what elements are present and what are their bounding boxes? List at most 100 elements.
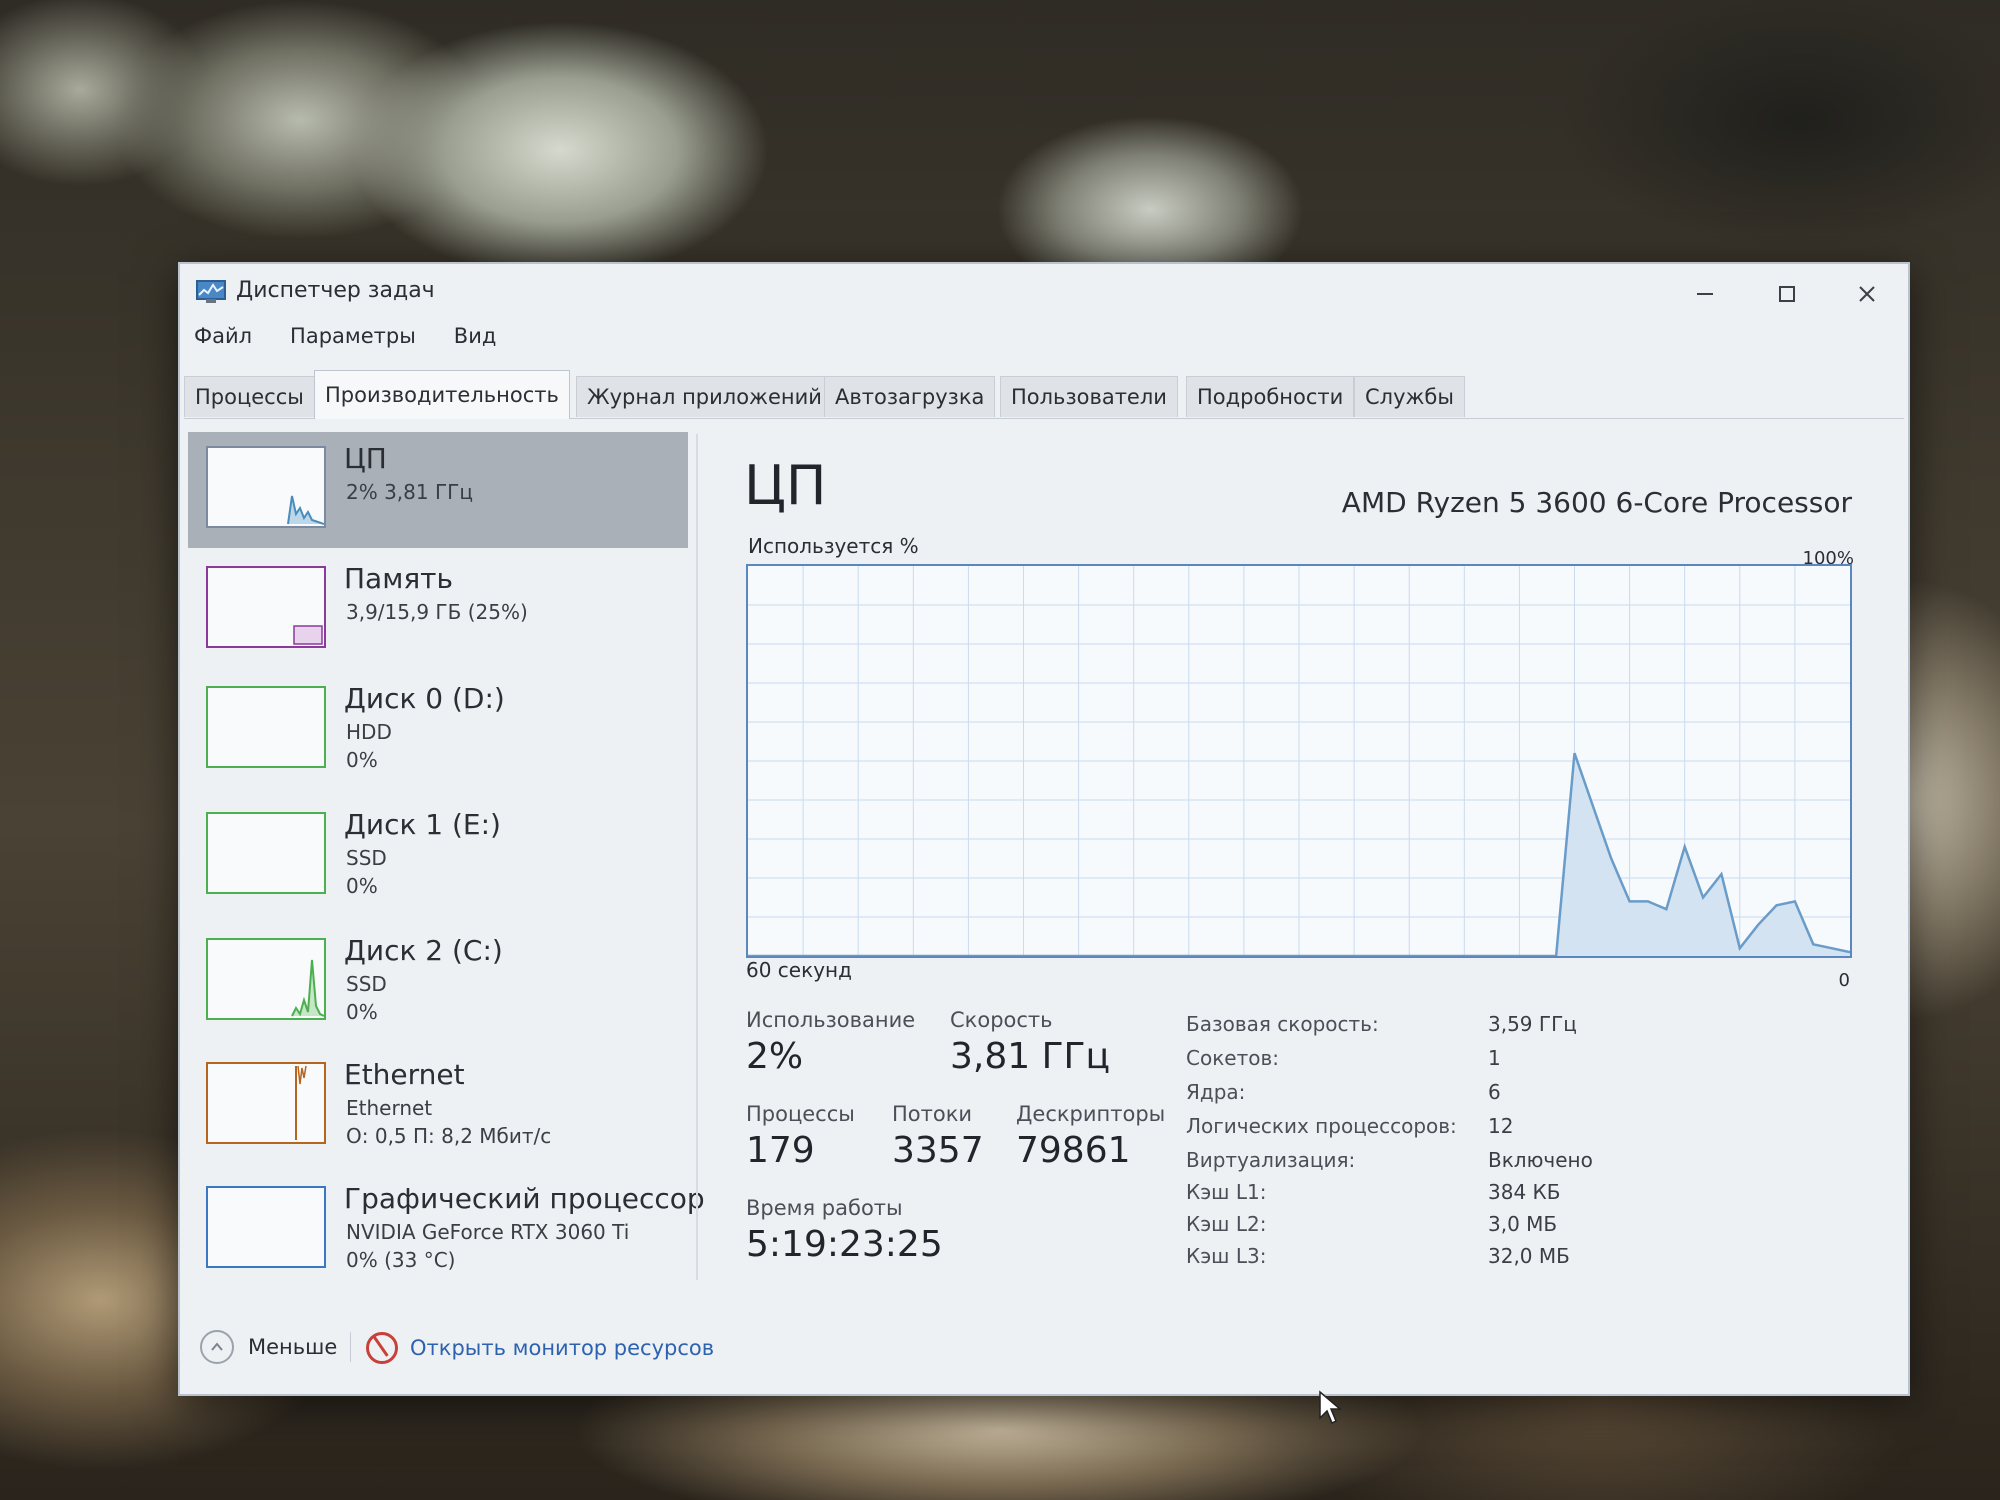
- sidebar-item-ethernet[interactable]: Ethernet Ethernet О: 0,5 П: 8,2 Мбит/с: [188, 1048, 688, 1164]
- info-key: Логических процессоров:: [1186, 1114, 1457, 1138]
- uptime-value: 5:19:23:25: [746, 1224, 943, 1265]
- sidebar-item-name: Графический процессор: [344, 1182, 705, 1215]
- sidebar-item-gpu[interactable]: Графический процессор NVIDIA GeForce RTX…: [188, 1172, 705, 1288]
- sidebar-item-usage: 0%: [346, 748, 378, 772]
- cpu-usage-graph: [746, 564, 1852, 958]
- sidebar-item-throughput: О: 0,5 П: 8,2 Мбит/с: [346, 1124, 552, 1148]
- tab-services[interactable]: Службы: [1354, 376, 1465, 417]
- footer-divider: [350, 1332, 351, 1362]
- task-manager-icon: [196, 280, 226, 304]
- info-value: 3,59 ГГц: [1488, 1012, 1577, 1036]
- sidebar-item-memory[interactable]: Память 3,9/15,9 ГБ (25%): [188, 552, 688, 668]
- disk-thumbnail-graph: [206, 686, 326, 768]
- handles-value: 79861: [1016, 1130, 1131, 1171]
- cpu-model: AMD Ryzen 5 3600 6-Core Processor: [1341, 486, 1852, 519]
- processes-value: 179: [746, 1130, 815, 1171]
- sidebar-item-name: Диск 1 (E:): [344, 808, 501, 841]
- tab-processes[interactable]: Процессы: [184, 376, 315, 417]
- speed-value: 3,81 ГГц: [950, 1036, 1111, 1077]
- window-title: Диспетчер задач: [236, 278, 435, 303]
- graph-min-label: 0: [1838, 970, 1850, 991]
- sidebar-item-detail: 3,9/15,9 ГБ (25%): [346, 600, 528, 624]
- processes-label: Процессы: [746, 1102, 855, 1126]
- sidebar-item-type: HDD: [346, 720, 392, 744]
- graph-time-label: 60 секунд: [746, 958, 852, 982]
- close-icon: [1859, 286, 1875, 302]
- sidebar-item-detail: 2% 3,81 ГГц: [346, 480, 473, 504]
- resource-sidebar: ЦП 2% 3,81 ГГц Память 3,9/15,9 ГБ (25%) …: [188, 432, 705, 1280]
- chevron-up-icon: [200, 1330, 234, 1364]
- info-value: Включено: [1488, 1148, 1593, 1172]
- speed-label: Скорость: [950, 1008, 1053, 1032]
- footer-bar: Меньше Открыть монитор ресурсов: [180, 1302, 1908, 1394]
- info-key: Кэш L1:: [1186, 1180, 1267, 1204]
- info-value: 12: [1488, 1114, 1514, 1138]
- fewer-details-label: Меньше: [248, 1335, 338, 1359]
- sidebar-item-name: Ethernet: [344, 1058, 465, 1091]
- tab-performance[interactable]: Производительность: [314, 370, 570, 419]
- tab-app-history[interactable]: Журнал приложений: [576, 376, 833, 417]
- info-key: Кэш L3:: [1186, 1244, 1267, 1268]
- info-value: 32,0 МБ: [1488, 1244, 1570, 1268]
- info-key: Сокетов:: [1186, 1046, 1279, 1070]
- resource-monitor-label: Открыть монитор ресурсов: [410, 1336, 715, 1360]
- info-value: 384 КБ: [1488, 1180, 1561, 1204]
- menu-bar: Файл Параметры Вид: [190, 324, 500, 360]
- memory-thumbnail-graph: [206, 566, 326, 648]
- menu-file[interactable]: Файл: [190, 324, 256, 360]
- resource-monitor-icon: [366, 1332, 398, 1364]
- tab-users[interactable]: Пользователи: [1000, 376, 1178, 417]
- open-resource-monitor-link[interactable]: Открыть монитор ресурсов: [366, 1332, 714, 1364]
- info-key: Ядра:: [1186, 1080, 1246, 1104]
- sidebar-item-name: Память: [344, 562, 453, 595]
- sidebar-item-name: Диск 2 (C:): [344, 934, 503, 967]
- info-value: 3,0 МБ: [1488, 1212, 1558, 1236]
- info-key: Базовая скорость:: [1186, 1012, 1379, 1036]
- tab-details[interactable]: Подробности: [1186, 376, 1355, 417]
- maximize-icon: [1779, 286, 1795, 302]
- gpu-thumbnail-graph: [206, 1186, 326, 1268]
- sidebar-divider[interactable]: [696, 434, 698, 1280]
- disk-thumbnail-graph: [206, 812, 326, 894]
- info-key: Виртуализация:: [1186, 1148, 1356, 1172]
- sidebar-item-name: Диск 0 (D:): [344, 682, 505, 715]
- menu-options[interactable]: Параметры: [286, 324, 420, 360]
- threads-value: 3357: [892, 1130, 984, 1171]
- sidebar-item-type: SSD: [346, 846, 387, 870]
- handles-label: Дескрипторы: [1016, 1102, 1166, 1126]
- sidebar-item-model: NVIDIA GeForce RTX 3060 Ti: [346, 1220, 630, 1244]
- sidebar-item-disk-2[interactable]: Диск 2 (C:) SSD 0%: [188, 924, 688, 1040]
- minimize-icon: [1697, 293, 1713, 295]
- mouse-cursor-icon: [1318, 1390, 1343, 1430]
- menu-view[interactable]: Вид: [450, 324, 501, 360]
- tab-bar: Процессы Производительность Журнал прило…: [184, 370, 1904, 419]
- cpu-usage-chart: [747, 566, 1851, 958]
- title-bar[interactable]: Диспетчер задач: [180, 264, 1908, 318]
- tab-startup[interactable]: Автозагрузка: [824, 376, 996, 417]
- fewer-details-button[interactable]: Меньше: [200, 1330, 337, 1364]
- info-key: Кэш L2:: [1186, 1212, 1267, 1236]
- sidebar-item-usage: 0%: [346, 1000, 378, 1024]
- sidebar-item-disk-1[interactable]: Диск 1 (E:) SSD 0%: [188, 798, 688, 914]
- disk-thumbnail-graph: [206, 938, 326, 1020]
- graph-y-label: Используется %: [748, 534, 919, 558]
- close-button[interactable]: [1834, 274, 1900, 314]
- page-title: ЦП: [744, 454, 827, 517]
- sidebar-item-cpu[interactable]: ЦП 2% 3,81 ГГц: [188, 432, 688, 548]
- sidebar-item-disk-0[interactable]: Диск 0 (D:) HDD 0%: [188, 672, 688, 788]
- usage-label: Использование: [746, 1008, 916, 1032]
- sidebar-item-usage: 0%: [346, 874, 378, 898]
- info-value: 6: [1488, 1080, 1501, 1104]
- network-thumbnail-graph: [206, 1062, 326, 1144]
- usage-value: 2%: [746, 1036, 804, 1077]
- sidebar-item-adapter: Ethernet: [346, 1096, 433, 1120]
- task-manager-window: Диспетчер задач Файл Параметры Вид Проце…: [178, 262, 1910, 1425]
- cpu-thumbnail-graph: [206, 446, 326, 528]
- info-value: 1: [1488, 1046, 1501, 1070]
- uptime-label: Время работы: [746, 1196, 903, 1220]
- threads-label: Потоки: [892, 1102, 973, 1126]
- sidebar-item-name: ЦП: [344, 442, 387, 475]
- maximize-button[interactable]: [1754, 274, 1820, 314]
- minimize-button[interactable]: [1672, 274, 1738, 314]
- sidebar-item-usage: 0% (33 °C): [346, 1248, 456, 1272]
